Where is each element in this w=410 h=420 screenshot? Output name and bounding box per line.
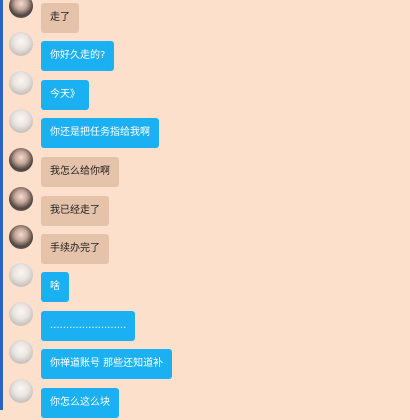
avatar[interactable]: [9, 225, 33, 249]
message-row: 你还是把任务指给我啊: [0, 109, 410, 150]
message-bubble[interactable]: 今天》: [41, 80, 89, 110]
message-bubble[interactable]: 你怎么这么块: [41, 388, 119, 418]
avatar[interactable]: [9, 263, 33, 287]
message-row: 啥: [0, 263, 410, 304]
message-bubble[interactable]: 手续办完了: [41, 234, 109, 264]
message-row: 我怎么给你啊: [0, 148, 410, 189]
message-row: 今天》: [0, 71, 410, 112]
chat-message-list[interactable]: 走了 你好久走的? 今天》 你还是把任务指给我啊 我怎么给你啊 我已经走了 手续…: [0, 0, 410, 418]
avatar[interactable]: [9, 302, 33, 326]
avatar[interactable]: [9, 340, 33, 364]
avatar[interactable]: [9, 379, 33, 403]
avatar[interactable]: [9, 109, 33, 133]
avatar[interactable]: [9, 0, 33, 18]
message-bubble[interactable]: ........................: [41, 311, 136, 341]
message-row: 你好久走的?: [0, 32, 410, 73]
message-bubble[interactable]: 走了: [41, 3, 79, 33]
message-bubble[interactable]: 你禅道账号 那些还知道补: [41, 349, 173, 379]
message-bubble[interactable]: 你好久走的?: [41, 41, 115, 71]
avatar[interactable]: [9, 148, 33, 172]
message-bubble[interactable]: 啥: [41, 272, 69, 302]
avatar[interactable]: [9, 32, 33, 56]
message-bubble[interactable]: 我已经走了: [41, 196, 109, 226]
message-row: 手续办完了: [0, 225, 410, 266]
message-bubble[interactable]: 我怎么给你啊: [41, 157, 119, 187]
message-row: 走了: [0, 0, 410, 35]
avatar[interactable]: [9, 187, 33, 211]
message-row: 你禅道账号 那些还知道补: [0, 340, 410, 381]
avatar[interactable]: [9, 71, 33, 95]
message-bubble[interactable]: 你还是把任务指给我啊: [41, 118, 159, 148]
message-row: 我已经走了: [0, 187, 410, 228]
message-row: ........................: [0, 302, 410, 343]
message-row: 你怎么这么块: [0, 379, 410, 420]
